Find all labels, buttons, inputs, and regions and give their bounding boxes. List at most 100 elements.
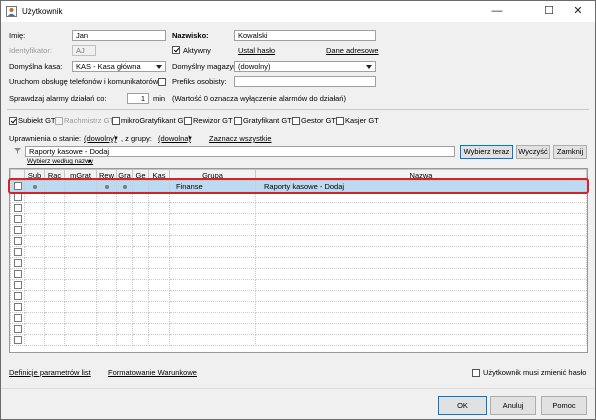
table-row[interactable] <box>10 202 587 214</box>
minimize-button[interactable]: — <box>483 1 511 22</box>
aktywny-checkbox[interactable] <box>172 46 180 54</box>
column-header-rew[interactable]: Rew <box>96 169 117 181</box>
row-checkbox-cell[interactable] <box>10 246 25 258</box>
row-checkbox[interactable] <box>13 292 22 300</box>
imie-input[interactable]: Jan <box>72 30 166 41</box>
formatowanie-link[interactable]: Formatowanie Warunkowe <box>108 368 197 378</box>
table-row[interactable] <box>10 323 587 335</box>
row-checkbox-cell[interactable] <box>10 191 25 203</box>
choose-now-button[interactable]: Wybierz teraz <box>460 145 513 159</box>
state-filter-link[interactable]: (dowolny) <box>84 134 117 144</box>
table-row[interactable] <box>10 235 587 247</box>
table-row[interactable] <box>10 301 587 313</box>
row-checkbox[interactable] <box>13 259 22 267</box>
column-header-ge[interactable]: Ge <box>132 169 149 181</box>
nazwisko-input[interactable]: Kowalski <box>234 30 376 41</box>
row-checkbox[interactable] <box>13 204 22 212</box>
column-header-sub[interactable]: Sub <box>24 169 45 181</box>
magazyn-select[interactable]: (dowolny) <box>234 61 376 72</box>
role-checkbox-kasjer[interactable] <box>336 117 344 125</box>
row-checkbox[interactable] <box>13 182 22 190</box>
role-checkbox-mikrogratyfikant[interactable] <box>112 117 120 125</box>
table-row[interactable]: Finanse Raporty kasowe - Dodaj <box>10 180 587 192</box>
role-checkbox-subiekt[interactable] <box>9 117 17 125</box>
row-checkbox[interactable] <box>13 281 22 289</box>
row-checkbox-cell[interactable] <box>10 334 25 346</box>
row-checkbox-cell[interactable] <box>10 257 25 269</box>
column-header-mgrat[interactable]: mGrat <box>64 169 97 181</box>
kasa-select[interactable]: KAS - Kasa główna <box>72 61 166 72</box>
row-checkbox[interactable] <box>13 325 22 333</box>
row-checkbox[interactable] <box>13 270 22 278</box>
row-checkbox-cell[interactable] <box>10 290 25 302</box>
table-row[interactable] <box>10 224 587 236</box>
row-checkbox-cell[interactable] <box>10 268 25 280</box>
zmiana-hasla-checkbox[interactable] <box>472 369 480 377</box>
row-checkbox-cell[interactable] <box>10 279 25 291</box>
table-row[interactable] <box>10 213 587 225</box>
table-row[interactable] <box>10 246 587 258</box>
table-row[interactable] <box>10 191 587 203</box>
row-checkbox-cell[interactable] <box>10 224 25 236</box>
row-checkbox[interactable] <box>13 303 22 311</box>
role-checkbox-gratyfikant[interactable] <box>234 117 242 125</box>
row-checkbox[interactable] <box>13 193 22 201</box>
alarmy-input[interactable]: 1 <box>127 93 149 104</box>
row-checkbox-cell[interactable] <box>10 202 25 214</box>
chevron-down-icon[interactable]: ▼ <box>87 157 92 167</box>
identyfikator-input[interactable]: AJ <box>72 45 96 56</box>
row-checkbox-cell[interactable] <box>10 235 25 247</box>
prefiks-input[interactable] <box>234 76 376 87</box>
row-checkbox[interactable] <box>13 336 22 344</box>
chevron-down-icon[interactable]: ▼ <box>187 134 193 144</box>
column-header-rac[interactable]: Rac <box>44 169 65 181</box>
row-checkbox[interactable] <box>13 226 22 234</box>
sort-by-link[interactable]: Wybierz według nazwy <box>27 157 93 167</box>
table-row[interactable] <box>10 268 587 280</box>
table-cell <box>64 257 97 269</box>
table-row[interactable] <box>10 279 587 291</box>
filter-icon[interactable] <box>14 148 21 154</box>
dane-adresowe-link[interactable]: Dane adresowe <box>326 46 379 56</box>
maximize-button[interactable]: ☐ <box>535 1 563 22</box>
ok-button[interactable]: OK <box>438 396 487 415</box>
table-row[interactable] <box>10 334 587 346</box>
ustal-haslo-link[interactable]: Ustal hasło <box>238 46 275 56</box>
row-checkbox[interactable] <box>13 314 22 322</box>
row-checkbox[interactable] <box>13 237 22 245</box>
close-button[interactable]: ✕ <box>564 1 592 22</box>
table-cell <box>148 334 170 346</box>
definicje-link[interactable]: Definicje parametrów list <box>9 368 91 378</box>
row-checkbox-cell[interactable] <box>10 301 25 313</box>
group-filter-link[interactable]: (dowolna) <box>158 134 191 144</box>
table-row[interactable] <box>10 257 587 269</box>
row-checkbox-cell[interactable] <box>10 180 25 192</box>
role-checkbox-gestor[interactable] <box>292 117 300 125</box>
group-label: , z grupy: <box>121 134 152 143</box>
column-header-gra[interactable]: Gra <box>116 169 133 181</box>
select-all-link[interactable]: Zaznacz wszystkie <box>209 134 272 144</box>
column-header-grupa[interactable]: Grupa <box>169 169 256 181</box>
close-search-button[interactable]: Zamknij <box>553 145 587 159</box>
column-header-check[interactable] <box>10 169 25 181</box>
row-checkbox[interactable] <box>13 215 22 223</box>
column-header-nazwa[interactable]: Nazwa <box>255 169 587 181</box>
table-row[interactable] <box>10 290 587 302</box>
role-checkbox-rachmistrz[interactable] <box>55 117 63 125</box>
role-label-rachmistrz: Rachmistrz GT <box>64 116 115 125</box>
column-header-kas[interactable]: Kas <box>148 169 170 181</box>
clear-button[interactable]: Wyczyść <box>516 145 550 159</box>
permission-search-input[interactable]: Raporty kasowe - Dodaj <box>25 146 455 157</box>
table-cell <box>116 334 133 346</box>
help-button[interactable]: Pomoc <box>541 396 587 415</box>
chevron-down-icon[interactable]: ▼ <box>113 134 119 144</box>
row-checkbox-cell[interactable] <box>10 213 25 225</box>
cancel-button[interactable]: Anuluj <box>490 396 536 415</box>
table-row[interactable] <box>10 312 587 324</box>
row-checkbox-cell[interactable] <box>10 323 25 335</box>
row-checkbox-cell[interactable] <box>10 312 25 324</box>
row-checkbox[interactable] <box>13 248 22 256</box>
role-checkbox-rewizor[interactable] <box>184 117 192 125</box>
uruchom-checkbox[interactable] <box>158 78 166 86</box>
dot-icon <box>32 184 37 189</box>
